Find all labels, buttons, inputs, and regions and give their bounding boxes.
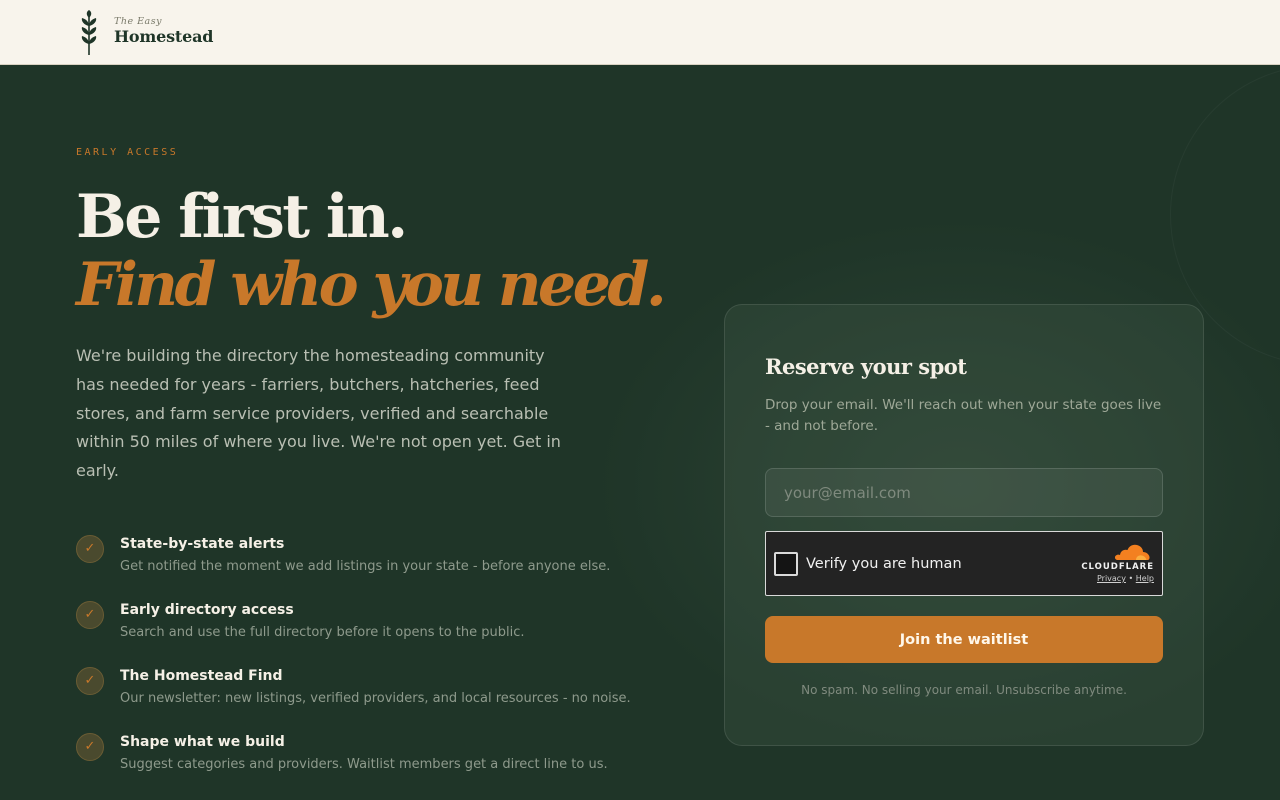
feature-title: The Homestead Find <box>120 668 283 684</box>
captcha-links: Privacy • Help <box>1064 573 1154 585</box>
check-icon: ✓ <box>76 535 104 563</box>
captcha-help-link[interactable]: Help <box>1136 574 1154 583</box>
feature-description: Get notified the moment we add listings … <box>120 559 611 574</box>
check-icon: ✓ <box>76 601 104 629</box>
feature-list: ✓ State-by-state alerts Get notified the… <box>76 534 656 798</box>
eyebrow-label: EARLY ACCESS <box>76 147 179 158</box>
captcha-privacy-link[interactable]: Privacy <box>1097 574 1126 583</box>
captcha-widget: Verify you are human CLOUDFLARE Privacy … <box>765 531 1163 596</box>
feature-title: Early directory access <box>120 602 294 618</box>
cloudflare-wordmark: CLOUDFLARE <box>1081 562 1154 572</box>
check-icon: ✓ <box>76 667 104 695</box>
captcha-link-separator: • <box>1128 574 1134 583</box>
feature-title: Shape what we build <box>120 734 285 750</box>
logo-wordmark: Homestead <box>114 27 214 46</box>
intro-paragraph: We're building the directory the homeste… <box>76 346 561 481</box>
cloudflare-cloud-icon <box>1114 544 1150 560</box>
feature-description: Suggest categories and providers. Waitli… <box>120 757 608 772</box>
join-waitlist-button[interactable]: Join the waitlist <box>765 616 1163 663</box>
feature-item: ✓ Early directory access Search and use … <box>76 600 656 666</box>
feature-description: Our newsletter: new listings, verified p… <box>120 691 631 706</box>
privacy-note: No spam. No selling your email. Unsubscr… <box>801 683 1127 697</box>
email-input[interactable] <box>765 468 1163 517</box>
site-header: The Easy Homestead <box>0 0 1280 65</box>
hero-section: EARLY ACCESS Be first in. Find who you n… <box>0 65 1280 800</box>
cloudflare-brand: CLOUDFLARE Privacy • Help <box>1064 544 1154 585</box>
headline-accent: Find who you need. <box>76 250 667 320</box>
logo-text: The Easy Homestead <box>114 16 213 47</box>
feature-description: Search and use the full directory before… <box>120 625 525 640</box>
site-logo[interactable]: The Easy Homestead <box>78 10 213 56</box>
captcha-label: Verify you are human <box>806 556 962 572</box>
logo-tagline: The Easy <box>114 16 162 27</box>
card-subtitle: Drop your email. We'll reach out when yo… <box>765 397 1162 434</box>
waitlist-card: Reserve your spot Drop your email. We'll… <box>724 304 1204 746</box>
captcha-checkbox[interactable] <box>774 552 798 576</box>
feature-title: State-by-state alerts <box>120 536 285 552</box>
feature-item: ✓ Shape what we build Suggest categories… <box>76 732 656 798</box>
check-icon: ✓ <box>76 733 104 761</box>
card-title: Reserve your spot <box>765 354 967 379</box>
wheat-sprig-icon <box>81 10 97 55</box>
feature-item: ✓ The Homestead Find Our newsletter: new… <box>76 666 656 732</box>
feature-item: ✓ State-by-state alerts Get notified the… <box>76 534 656 600</box>
